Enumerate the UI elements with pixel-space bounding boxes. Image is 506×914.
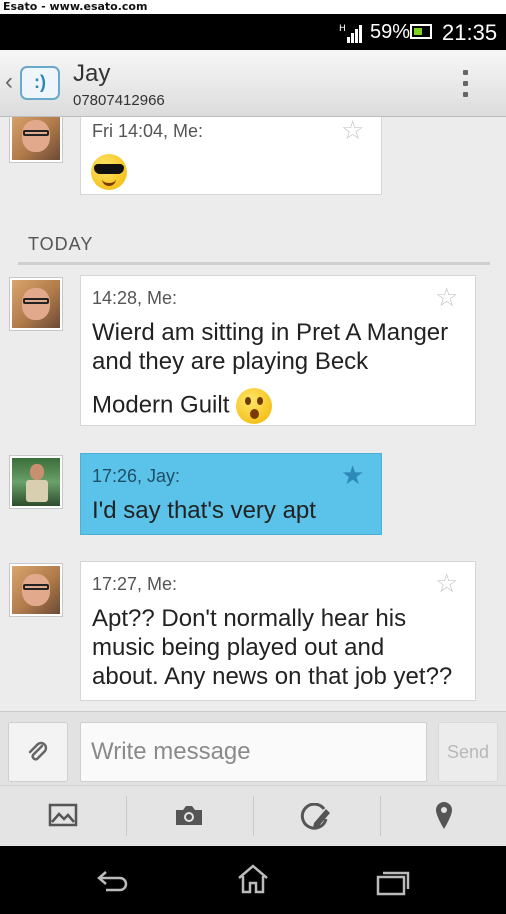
camera-icon [176, 806, 202, 825]
home-icon[interactable] [236, 864, 270, 894]
star-icon[interactable]: ☆ [341, 117, 364, 143]
conversation-list[interactable]: Fri 14:04, Me: ☆ TODAY 14:28, Me: ☆ Wier… [0, 117, 506, 711]
message-text: I'd say that's very apt [92, 497, 316, 524]
battery-percent: 59% [370, 21, 411, 43]
send-button[interactable]: Send [438, 722, 498, 782]
avatar-me[interactable] [9, 277, 63, 331]
star-icon[interactable]: ☆ [435, 284, 458, 310]
contact-name: Jay [73, 60, 111, 87]
date-divider: TODAY [18, 230, 490, 265]
contact-number: 07807412966 [73, 92, 165, 109]
sketch-icon [300, 803, 330, 830]
message-text: Wierd am sitting in Pret A Manger and th… [92, 318, 448, 424]
message-input[interactable] [80, 722, 427, 782]
back-chevron-icon[interactable]: ‹ [5, 68, 13, 96]
back-icon[interactable] [96, 868, 130, 894]
location-icon [436, 802, 452, 829]
picture-icon [48, 803, 78, 827]
recent-apps-icon[interactable] [376, 870, 410, 896]
message-meta: Fri 14:04, Me: [92, 121, 204, 141]
camera-button[interactable] [126, 786, 252, 847]
sunglasses-emoji [91, 154, 127, 190]
navigation-bar [0, 846, 506, 914]
surprised-emoji [236, 388, 273, 424]
avatar-jay[interactable] [9, 455, 63, 509]
message-bubble[interactable]: 14:28, Me: ☆ Wierd am sitting in Pret A … [80, 275, 476, 426]
conversation-header: ‹ :) Jay 07807412966 [0, 50, 506, 117]
star-icon[interactable]: ☆ [435, 570, 458, 596]
attach-paperclip-icon[interactable] [8, 722, 68, 782]
avatar-me[interactable] [9, 563, 63, 617]
message-meta: 17:26, Jay: [92, 466, 181, 486]
sketch-button[interactable] [253, 786, 379, 847]
messaging-app-icon[interactable]: :) [20, 66, 60, 100]
message-meta: 14:28, Me: [92, 288, 178, 308]
message-bubble-incoming[interactable]: 17:26, Jay: ★ I'd say that's very apt [80, 453, 382, 535]
location-button[interactable] [380, 786, 506, 847]
composer: Send [0, 711, 506, 786]
clock: 21:35 [442, 20, 498, 45]
status-bar: H 59% 21:35 [0, 14, 506, 50]
picture-button[interactable] [0, 786, 126, 847]
message-meta: 17:27, Me: [92, 574, 178, 594]
svg-text:H: H [339, 24, 346, 34]
avatar-me[interactable] [9, 117, 63, 163]
battery-icon [410, 24, 432, 39]
message-bubble[interactable]: 17:27, Me: ☆ Apt?? Don't normally hear h… [80, 561, 476, 701]
overflow-menu-icon[interactable] [463, 70, 469, 103]
message-bubble[interactable]: Fri 14:04, Me: ☆ [80, 117, 382, 195]
star-icon-filled[interactable]: ★ [341, 462, 364, 488]
message-text: Apt?? Don't normally hear his music bein… [92, 605, 453, 690]
attachment-bar [0, 785, 506, 847]
signal-icon: H [339, 24, 362, 43]
watermark: Esato - www.esato.com [0, 0, 506, 14]
